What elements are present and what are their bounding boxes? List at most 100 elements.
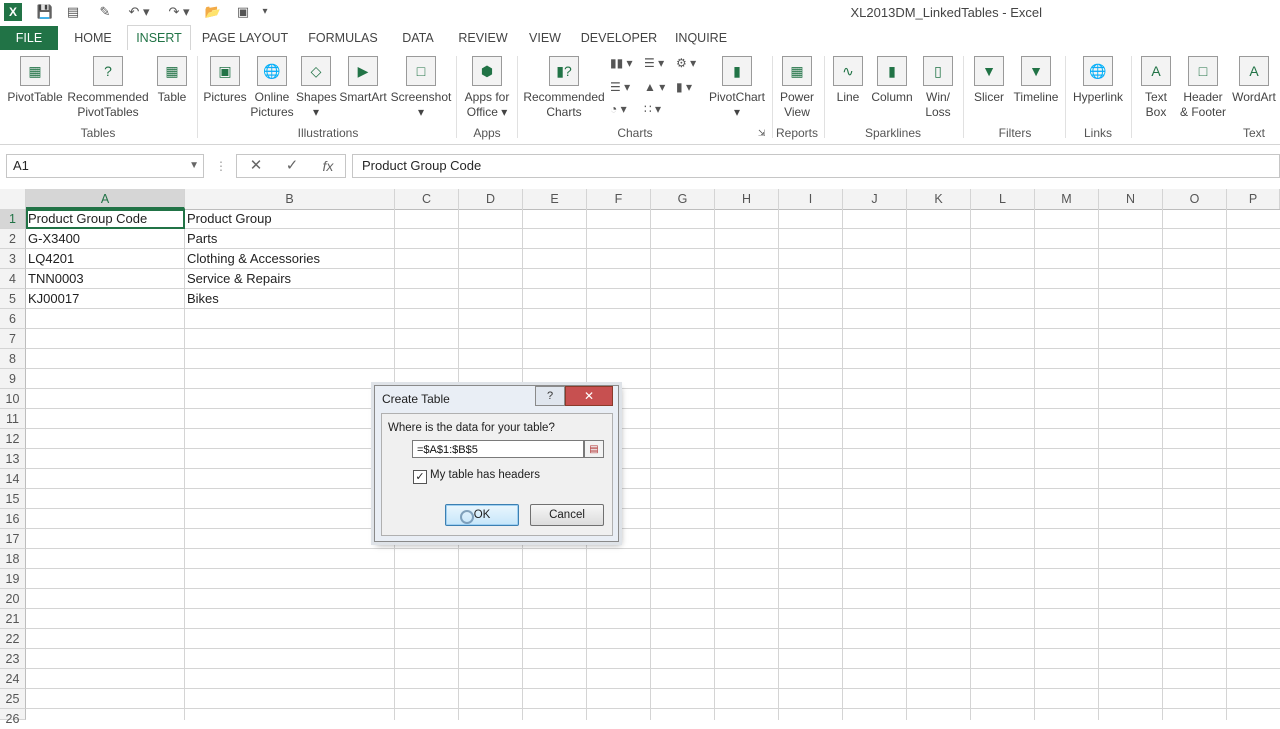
tab-page-layout[interactable]: PAGE LAYOUT: [196, 26, 294, 50]
cell-b5[interactable]: Bikes: [185, 289, 219, 309]
tab-insert[interactable]: INSERT: [127, 25, 191, 52]
column-header-n[interactable]: N: [1099, 189, 1163, 209]
cell-a4[interactable]: TNN0003: [26, 269, 84, 289]
row-header[interactable]: 15: [0, 489, 26, 509]
column-header-k[interactable]: K: [907, 189, 971, 209]
insert-function-icon[interactable]: fx: [316, 154, 340, 178]
row-header[interactable]: 20: [0, 589, 26, 609]
row-header[interactable]: 5: [0, 289, 26, 309]
column-header-a[interactable]: A: [26, 189, 185, 209]
cancel-button[interactable]: Cancel: [530, 504, 604, 526]
row-header[interactable]: 12: [0, 429, 26, 449]
cell-b2[interactable]: Parts: [185, 229, 217, 249]
collapse-dialog-icon[interactable]: ▤: [584, 440, 604, 458]
online-pictures-button[interactable]: 🌐 Online Pictures: [250, 56, 294, 120]
row-header[interactable]: 22: [0, 629, 26, 649]
row-header[interactable]: 7: [0, 329, 26, 349]
shapes-button[interactable]: ◇ Shapes ▾: [296, 56, 337, 120]
cancel-icon[interactable]: ✕: [244, 154, 268, 178]
tab-inquire[interactable]: INQUIRE: [668, 26, 734, 50]
row-header[interactable]: 10: [0, 389, 26, 409]
row-header[interactable]: 2: [0, 229, 26, 249]
range-input[interactable]: =$A$1:$B$5: [412, 440, 584, 458]
column-header-g[interactable]: G: [651, 189, 715, 209]
row-header[interactable]: 11: [0, 409, 26, 429]
ok-button[interactable]: OK: [445, 504, 519, 526]
tab-view[interactable]: VIEW: [522, 26, 568, 50]
row-header[interactable]: 3: [0, 249, 26, 269]
tab-developer[interactable]: DEVELOPER: [578, 26, 660, 50]
row-header[interactable]: 18: [0, 549, 26, 569]
tab-formulas[interactable]: FORMULAS: [303, 26, 383, 50]
row-header[interactable]: 19: [0, 569, 26, 589]
column-header-j[interactable]: J: [843, 189, 907, 209]
help-icon[interactable]: ?: [535, 386, 565, 406]
headers-checkbox[interactable]: ✓: [413, 470, 427, 484]
enter-icon[interactable]: ✓: [280, 154, 304, 178]
column-header-e[interactable]: E: [523, 189, 587, 209]
tab-home[interactable]: HOME: [62, 26, 124, 50]
column-header-h[interactable]: H: [715, 189, 779, 209]
row-header[interactable]: 23: [0, 649, 26, 669]
slicer-button[interactable]: ▼ Slicer: [968, 56, 1010, 105]
sparkline-column-button[interactable]: ▮ Column: [868, 56, 916, 105]
pictures-button[interactable]: ▣ Pictures: [202, 56, 248, 105]
row-header[interactable]: 25: [0, 689, 26, 709]
column-header-m[interactable]: M: [1035, 189, 1099, 209]
charts-dialog-launcher-icon[interactable]: ⇲: [758, 128, 766, 139]
header-footer-button[interactable]: □ Header & Footer: [1176, 56, 1230, 120]
recommended-charts-button[interactable]: ▮? Recommended Charts: [522, 56, 606, 120]
column-header-l[interactable]: L: [971, 189, 1035, 209]
tab-data[interactable]: DATA: [393, 26, 443, 50]
column-header-d[interactable]: D: [459, 189, 523, 209]
row-header[interactable]: 13: [0, 449, 26, 469]
scatter-chart-icon[interactable]: ∷ ▾: [644, 102, 661, 116]
cell-a3[interactable]: LQ4201: [26, 249, 74, 269]
timeline-button[interactable]: ▼ Timeline: [1010, 56, 1062, 105]
recommended-pivottables-button[interactable]: ? Recommended PivotTables: [66, 56, 150, 120]
sparkline-line-button[interactable]: ∿ Line: [828, 56, 868, 105]
row-header[interactable]: 26: [0, 709, 26, 726]
row-header[interactable]: 16: [0, 509, 26, 529]
row-header[interactable]: 14: [0, 469, 26, 489]
pivottable-button[interactable]: ▦ PivotTable: [4, 56, 66, 105]
smartart-button[interactable]: ▶ SmartArt: [338, 56, 388, 105]
hyperlink-button[interactable]: 🌐 Hyperlink: [1068, 56, 1128, 105]
name-box[interactable]: A1 ▼: [6, 154, 204, 178]
row-header[interactable]: 6: [0, 309, 26, 329]
stock-chart-icon[interactable]: ▮ ▾: [676, 80, 692, 94]
headers-checkbox-label[interactable]: My table has headers: [430, 469, 540, 481]
pivotchart-button[interactable]: ▮ PivotChart ▾: [706, 56, 768, 120]
chevron-down-icon[interactable]: ▼: [189, 155, 199, 177]
sparkline-winloss-button[interactable]: ▯ Win/ Loss: [918, 56, 958, 120]
column-header-b[interactable]: B: [185, 189, 395, 209]
tab-review[interactable]: REVIEW: [453, 26, 513, 50]
select-all-corner[interactable]: [0, 189, 26, 209]
cell-b3[interactable]: Clothing & Accessories: [185, 249, 320, 269]
row-header[interactable]: 21: [0, 609, 26, 629]
column-chart-icon[interactable]: ▮▮ ▾: [610, 56, 633, 70]
text-box-button[interactable]: A Text Box: [1136, 56, 1176, 120]
column-header-f[interactable]: F: [587, 189, 651, 209]
column-header-c[interactable]: C: [395, 189, 459, 209]
line-chart-icon[interactable]: ☰ ▾: [644, 56, 664, 70]
area-chart-icon[interactable]: ▲ ▾: [644, 80, 665, 94]
row-header[interactable]: 17: [0, 529, 26, 549]
screenshot-button[interactable]: □ Screenshot ▾: [390, 56, 452, 120]
row-header[interactable]: 8: [0, 349, 26, 369]
formula-input[interactable]: Product Group Code: [352, 154, 1280, 178]
row-header[interactable]: 4: [0, 269, 26, 289]
column-header-o[interactable]: O: [1163, 189, 1227, 209]
power-view-button[interactable]: ▦ Power View: [776, 56, 818, 120]
row-header[interactable]: 9: [0, 369, 26, 389]
close-icon[interactable]: ✕: [565, 386, 613, 406]
worksheet-grid[interactable]: Product Group Code Product Group G-X3400…: [26, 209, 1280, 720]
hierarchy-chart-icon[interactable]: ⚙ ▾: [676, 56, 696, 70]
bar-chart-icon[interactable]: ☰ ▾: [610, 80, 630, 94]
pie-chart-icon[interactable]: ◔ ▾: [610, 102, 627, 116]
cell-b1[interactable]: Product Group: [185, 209, 272, 229]
wordart-button[interactable]: A WordArt: [1230, 56, 1278, 105]
apps-for-office-button[interactable]: ⬢ Apps for Office ▾: [460, 56, 514, 120]
row-header[interactable]: 1: [0, 209, 26, 229]
cell-a2[interactable]: G-X3400: [26, 229, 80, 249]
